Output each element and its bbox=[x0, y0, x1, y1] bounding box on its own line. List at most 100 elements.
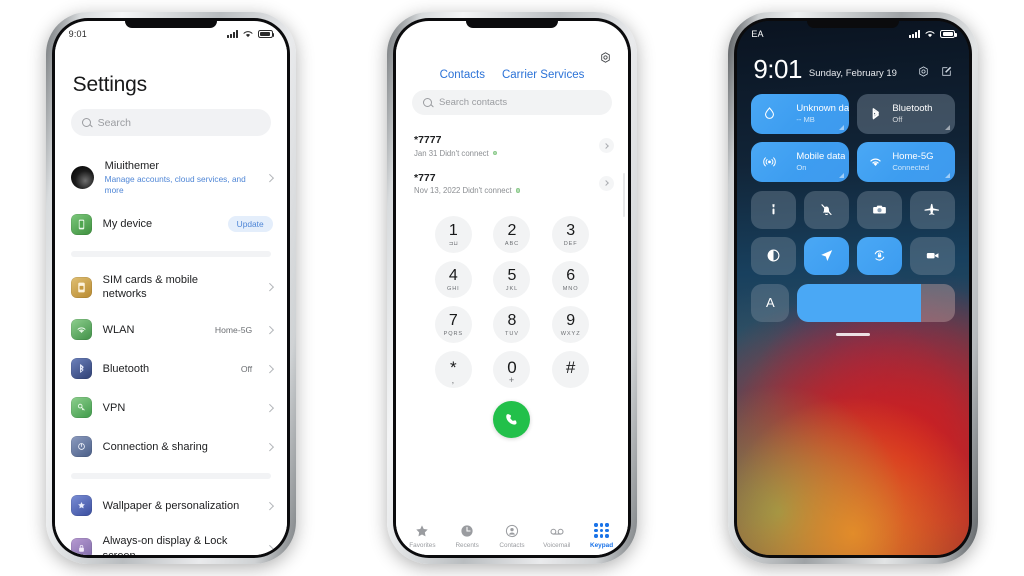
flashlight-icon bbox=[772, 204, 775, 215]
tile-text: Bluetooth Off bbox=[892, 103, 932, 125]
sidebar-item-sim-cards[interactable]: SIM cards & mobile networks bbox=[55, 264, 287, 311]
brightness-slider[interactable] bbox=[797, 283, 956, 322]
key-0[interactable]: 0 + bbox=[493, 351, 531, 388]
bottom-nav: Favorites Recents Contacts Voicemail Key… bbox=[396, 520, 628, 555]
search-input[interactable]: Search bbox=[70, 109, 271, 136]
search-contacts-input[interactable]: Search contacts bbox=[411, 90, 612, 115]
sidebar-item-connection-sharing[interactable]: Connection & sharing bbox=[55, 427, 287, 466]
control-center-body: EA 9:01 Sunday, February 19 Unknown da -… bbox=[737, 21, 969, 555]
camera-icon bbox=[873, 205, 887, 214]
key-sub: PQRS bbox=[443, 330, 464, 337]
bluetooth-glyph-icon bbox=[79, 364, 84, 374]
keypad-icon bbox=[594, 522, 609, 539]
home-indicator[interactable] bbox=[836, 332, 871, 336]
tile-sub: Off bbox=[892, 115, 903, 125]
chevron-right-icon bbox=[266, 544, 274, 553]
key-hash[interactable]: # bbox=[552, 351, 590, 388]
tile-mobile-data[interactable]: Mobile data On bbox=[751, 141, 850, 182]
dialer-body: Contacts Carrier Services Search contact… bbox=[395, 47, 628, 555]
key-9[interactable]: 9 WXYZ bbox=[552, 306, 590, 343]
chevron-right-icon bbox=[266, 326, 274, 334]
tile-data-usage[interactable]: Unknown data plan -- MB bbox=[751, 93, 850, 134]
edit-icon[interactable] bbox=[940, 65, 953, 78]
search-icon bbox=[81, 118, 91, 127]
key-4[interactable]: 4 GHI bbox=[434, 261, 472, 298]
screen-record-toggle[interactable] bbox=[910, 236, 956, 275]
clock-icon bbox=[459, 522, 475, 539]
key-star[interactable]: * , bbox=[434, 351, 472, 388]
battery-icon bbox=[940, 30, 957, 38]
airplane-mode-toggle[interactable] bbox=[910, 190, 956, 229]
sidebar-item-always-on-display[interactable]: Always-on display & Lock screen bbox=[55, 525, 287, 555]
key-sub: DEF bbox=[563, 240, 578, 247]
clock-time: 9:01 bbox=[753, 54, 802, 84]
nav-label: Keypad bbox=[590, 542, 614, 549]
flashlight-toggle[interactable] bbox=[751, 190, 797, 229]
auto-brightness-button[interactable]: A bbox=[751, 283, 790, 322]
nav-contacts[interactable]: Contacts bbox=[491, 522, 533, 549]
tab-contacts[interactable]: Contacts bbox=[440, 69, 485, 81]
sidebar-item-account[interactable]: Miuithemer Manage accounts, cloud servic… bbox=[55, 150, 287, 205]
key-number: 2 bbox=[507, 221, 517, 239]
call-button[interactable] bbox=[493, 401, 531, 438]
key-5[interactable]: 5 JKL bbox=[493, 261, 531, 298]
settings-gear-icon[interactable] bbox=[599, 51, 612, 64]
tile-expand-icon[interactable] bbox=[839, 172, 845, 178]
chevron-right-icon bbox=[266, 502, 274, 510]
settings-gear-icon[interactable] bbox=[917, 65, 930, 78]
settings-body: Settings Search Miuithemer Manage accoun… bbox=[54, 47, 287, 555]
sidebar-item-wlan[interactable]: WLAN Home-5G bbox=[55, 310, 287, 349]
key-3[interactable]: 3 DEF bbox=[552, 216, 590, 253]
mute-bell-icon bbox=[821, 204, 832, 216]
call-details-button[interactable] bbox=[598, 138, 614, 154]
key-1[interactable]: 1 ⊐⊔ bbox=[434, 216, 472, 253]
tab-carrier-services[interactable]: Carrier Services bbox=[502, 69, 584, 81]
camera-toggle[interactable] bbox=[857, 190, 903, 229]
device-label: My device bbox=[102, 218, 153, 231]
bluetooth-label: Bluetooth bbox=[102, 362, 150, 375]
data-usage-icon bbox=[765, 107, 775, 120]
tile-expand-icon[interactable] bbox=[945, 172, 951, 178]
vpn-key-icon bbox=[70, 397, 92, 419]
divider bbox=[70, 473, 271, 480]
list-item[interactable]: *7777 Jan 31 Didn't connect bbox=[396, 127, 628, 165]
sidebar-item-bluetooth[interactable]: Bluetooth Off bbox=[55, 349, 287, 388]
key-sub: MNO bbox=[562, 285, 579, 292]
tile-sub: On bbox=[796, 163, 807, 173]
tile-wifi[interactable]: Home-5G Connected bbox=[857, 141, 956, 182]
tile-label: Home-5G bbox=[892, 150, 934, 162]
key-7[interactable]: 7 PQRS bbox=[434, 306, 472, 343]
nav-favorites[interactable]: Favorites bbox=[401, 522, 443, 549]
tile-label: Bluetooth bbox=[892, 102, 933, 114]
chevron-right-icon bbox=[266, 365, 274, 373]
tile-text: Unknown data plan -- MB bbox=[796, 103, 849, 125]
tile-bluetooth[interactable]: Bluetooth Off bbox=[857, 93, 956, 134]
location-icon bbox=[821, 250, 833, 262]
phone-settings: 9:01 Settings Search Miuithemer Manage a… bbox=[45, 12, 296, 564]
signal-icon bbox=[909, 30, 921, 38]
bluetooth-text: Bluetooth bbox=[103, 362, 230, 376]
key-6[interactable]: 6 MNO bbox=[552, 261, 590, 298]
tile-expand-icon[interactable] bbox=[839, 124, 845, 130]
list-item[interactable]: *777 Nov 13, 2022 Didn't connect bbox=[396, 165, 628, 203]
tile-expand-icon[interactable] bbox=[945, 124, 951, 130]
connection-text: Connection & sharing bbox=[103, 440, 242, 454]
sidebar-item-my-device[interactable]: My device Update bbox=[55, 205, 287, 244]
update-badge[interactable]: Update bbox=[227, 216, 273, 233]
sidebar-item-wallpaper[interactable]: Wallpaper & personalization bbox=[55, 486, 287, 525]
rotation-lock-toggle[interactable] bbox=[857, 236, 903, 275]
screen-record-icon bbox=[927, 253, 939, 259]
nav-recents[interactable]: Recents bbox=[446, 522, 488, 549]
key-2[interactable]: 2 ABC bbox=[493, 216, 531, 253]
key-8[interactable]: 8 TUV bbox=[493, 306, 531, 343]
dark-mode-toggle[interactable] bbox=[751, 236, 797, 275]
scrollbar[interactable] bbox=[622, 173, 625, 217]
status-time: 9:01 bbox=[68, 29, 87, 39]
mute-toggle[interactable] bbox=[804, 190, 850, 229]
location-toggle[interactable] bbox=[804, 236, 850, 275]
nav-keypad[interactable]: Keypad bbox=[581, 522, 623, 549]
sidebar-item-vpn[interactable]: VPN bbox=[55, 388, 287, 427]
nav-voicemail[interactable]: Voicemail bbox=[536, 522, 578, 549]
nav-label: Recents bbox=[455, 542, 479, 549]
call-details-button[interactable] bbox=[598, 175, 614, 191]
